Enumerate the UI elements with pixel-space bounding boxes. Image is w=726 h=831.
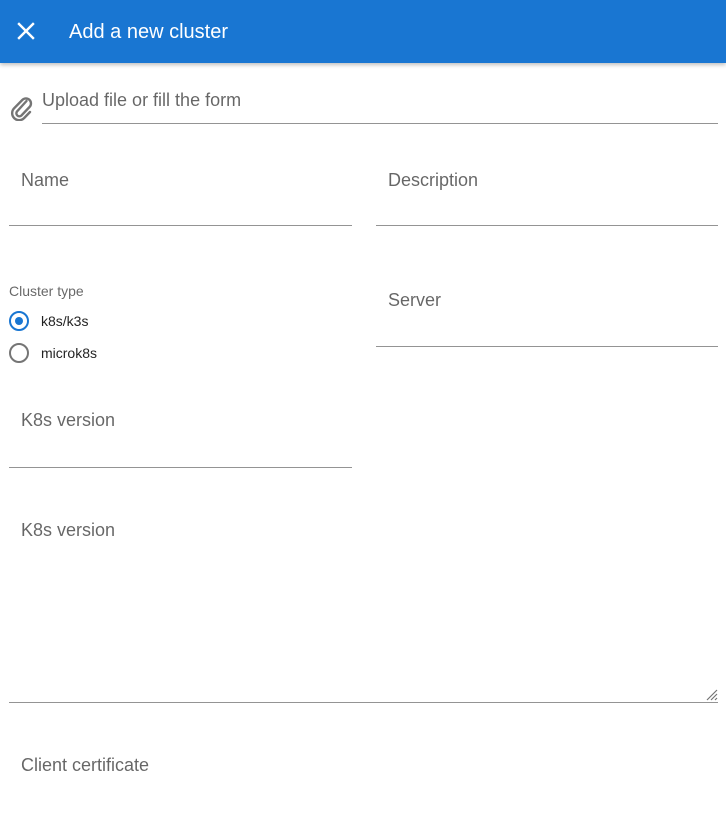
upload-label: Upload file or fill the form — [42, 90, 242, 110]
name-field[interactable]: Name — [9, 160, 352, 226]
description-field[interactable]: Description — [376, 160, 718, 226]
k8s-version-field[interactable]: K8s version — [9, 400, 352, 468]
radio-k8s-k3s[interactable]: k8s/k3s — [9, 309, 88, 333]
dialog-title: Add a new cluster — [69, 21, 228, 43]
server-label: Server — [388, 290, 442, 310]
cluster-type-label: Cluster type — [9, 283, 84, 299]
radio-label: microk8s — [41, 345, 98, 361]
radio-unchecked-icon — [9, 343, 29, 363]
description-label: Description — [388, 170, 479, 190]
client-certificate-label: Client certificate — [21, 755, 150, 775]
client-certificate-field[interactable]: Client certificate — [9, 745, 718, 831]
radio-checked-icon — [9, 311, 29, 331]
resize-handle-icon[interactable] — [704, 687, 718, 701]
k8s-version-textarea-label: K8s version — [21, 520, 116, 540]
name-label: Name — [21, 170, 70, 190]
radio-microk8s[interactable]: microk8s — [9, 341, 97, 365]
k8s-version-label: K8s version — [21, 410, 116, 430]
close-icon — [17, 22, 35, 40]
radio-label: k8s/k3s — [41, 313, 89, 329]
close-button[interactable] — [14, 19, 38, 43]
upload-file-input[interactable]: Upload file or fill the form — [42, 84, 718, 124]
k8s-version-textarea[interactable]: K8s version — [9, 510, 718, 703]
server-field[interactable]: Server — [376, 280, 718, 347]
paperclip-icon[interactable] — [10, 95, 34, 121]
add-cluster-dialog: Add a new cluster Upload file or fill th… — [0, 0, 726, 831]
dialog-header: Add a new cluster — [0, 0, 726, 63]
